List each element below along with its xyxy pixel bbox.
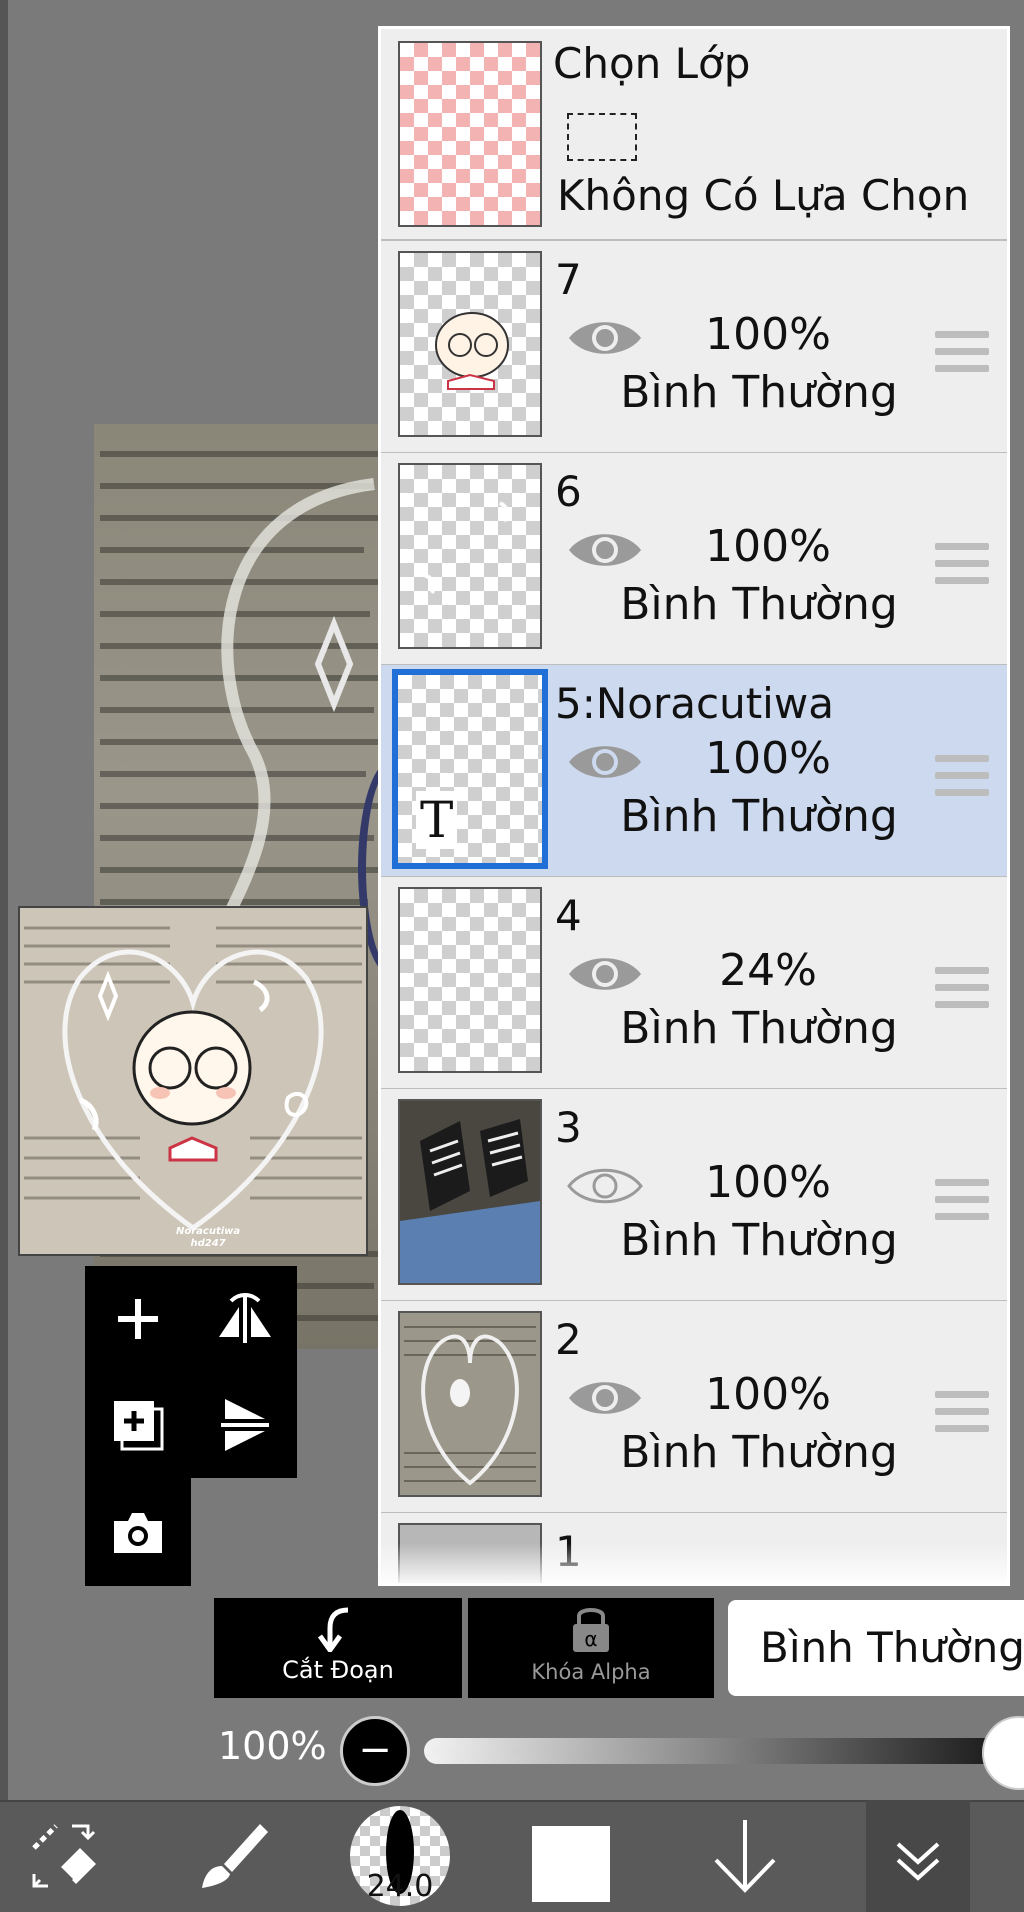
layer-name: 6 [555,467,582,516]
selection-marquee-icon [567,113,637,161]
text-layer-icon: T [416,791,458,849]
alpha-lock-button[interactable]: α Khóa Alpha [468,1598,714,1698]
selection-title: Chọn Lớp [553,39,751,88]
lock-icon: α [573,1608,609,1652]
eye-icon[interactable] [567,949,643,999]
layer-name: 2 [555,1315,582,1364]
drag-handle-icon[interactable] [935,543,989,587]
brush-size-value: 24.0 [366,1869,434,1904]
layer-row-3[interactable]: 3 100% Bình Thường [381,1089,1007,1302]
flip-vertical-button[interactable] [200,1380,290,1470]
flip-vertical-icon [221,1399,269,1451]
preview-watermark: Noracutiwa hd247 [176,1226,241,1249]
layer-opacity: 24% [719,945,817,996]
layer-row-6[interactable]: 6 100% Bình Thường [381,453,1007,666]
clipping-label: Cắt Đoạn [282,1656,394,1684]
brush-icon [202,1824,268,1888]
layer-thumbnail [398,463,542,649]
layer-name: 7 [555,255,582,304]
brush-size-button[interactable]: 24.0 [350,1806,450,1906]
eye-hidden-icon[interactable] [567,1161,643,1211]
blend-mode-select[interactable]: Bình Thường [728,1600,1024,1696]
layer-row-5[interactable]: T 5:Noracutiwa 100% Bình Thường [381,665,1007,878]
eye-icon[interactable] [567,313,643,363]
flip-horizontal-button[interactable] [200,1274,290,1364]
list-fade [381,1543,1007,1583]
layer-thumbnail-art [400,1313,540,1495]
layer-name: 4 [555,891,582,940]
selection-thumbnail [398,41,542,227]
clipping-arrow-icon [318,1607,349,1652]
clipping-button[interactable]: Cắt Đoạn [214,1598,462,1698]
layer-thumbnail-art [435,312,509,390]
tool-select-button[interactable] [14,1800,114,1912]
layer-thumbnail [398,1099,542,1285]
layer-row-2[interactable]: 2 100% Bình Thường [381,1301,1007,1514]
import-photo-button[interactable] [93,1488,183,1578]
svg-text:α: α [584,1627,597,1651]
eye-icon[interactable] [567,737,643,787]
layer-thumbnail [398,887,542,1073]
layer-blend-mode: Bình Thường [620,1215,898,1266]
layer-thumbnail-art [423,501,510,594]
layer-opacity: 100% [705,1369,831,1420]
opacity-slider[interactable] [424,1738,1024,1764]
layer-opacity: 100% [705,733,831,784]
alpha-lock-label: Khóa Alpha [531,1660,651,1684]
layer-opacity: 100% [705,309,831,360]
plus-icon [118,1299,158,1339]
arrow-down-icon [714,1820,776,1893]
layers-panel: Chọn Lớp Không Có Lựa Chọn 7 100% Bình T… [378,26,1010,1586]
layer-row-7[interactable]: 7 100% Bình Thường [381,241,1007,454]
eye-icon[interactable] [567,1373,643,1423]
canvas-preview[interactable]: Noracutiwa hd247 [18,906,368,1256]
layer-name: 5:Noracutiwa [555,679,834,728]
layer-thumbnail [398,1311,542,1497]
copy-layer-icon [114,1401,164,1451]
opacity-decrease-button[interactable]: − [340,1716,410,1786]
double-chevron-down-icon [896,1842,940,1881]
layer-opacity: 100% [705,1157,831,1208]
color-swatch-button[interactable] [532,1826,610,1902]
drag-handle-icon[interactable] [935,967,989,1011]
drag-handle-icon[interactable] [935,331,989,375]
app-screen: Noracutiwa hd247 Chọn Lớp Không Có Lựa C… [0,0,1024,1912]
layer-thumbnail: T [392,669,548,869]
transform-eraser-icon [32,1824,96,1888]
layer-row-4[interactable]: 4 24% Bình Thường [381,877,1007,1090]
more-menu-button[interactable] [866,1800,970,1912]
add-layer-button[interactable] [93,1274,183,1364]
preview-artwork [20,908,366,1254]
drag-handle-icon[interactable] [935,755,989,799]
canvas-edge [0,0,8,1800]
layer-blend-mode: Bình Thường [620,1003,898,1054]
camera-icon [114,1513,162,1553]
opacity-value: 100% [218,1724,327,1768]
selection-status: Không Có Lựa Chọn [557,171,970,220]
flip-horizontal-icon [219,1293,271,1343]
layer-down-button[interactable] [700,1800,790,1912]
drag-handle-icon[interactable] [935,1179,989,1223]
duplicate-layer-button[interactable] [93,1380,183,1470]
layer-blend-mode: Bình Thường [620,579,898,630]
layer-blend-mode: Bình Thường [620,367,898,418]
selection-layer-row[interactable]: Chọn Lớp Không Có Lựa Chọn [381,29,1007,241]
layer-thumbnail-art [400,1101,540,1283]
layer-blend-mode: Bình Thường [620,791,898,842]
brush-tool-button[interactable] [178,1800,278,1912]
layer-name: 3 [555,1103,582,1152]
layer-opacity: 100% [705,521,831,572]
eye-icon[interactable] [567,525,643,575]
layer-thumbnail [398,251,542,437]
minus-icon: − [358,1727,392,1773]
layer-blend-mode: Bình Thường [620,1427,898,1478]
drag-handle-icon[interactable] [935,1391,989,1435]
